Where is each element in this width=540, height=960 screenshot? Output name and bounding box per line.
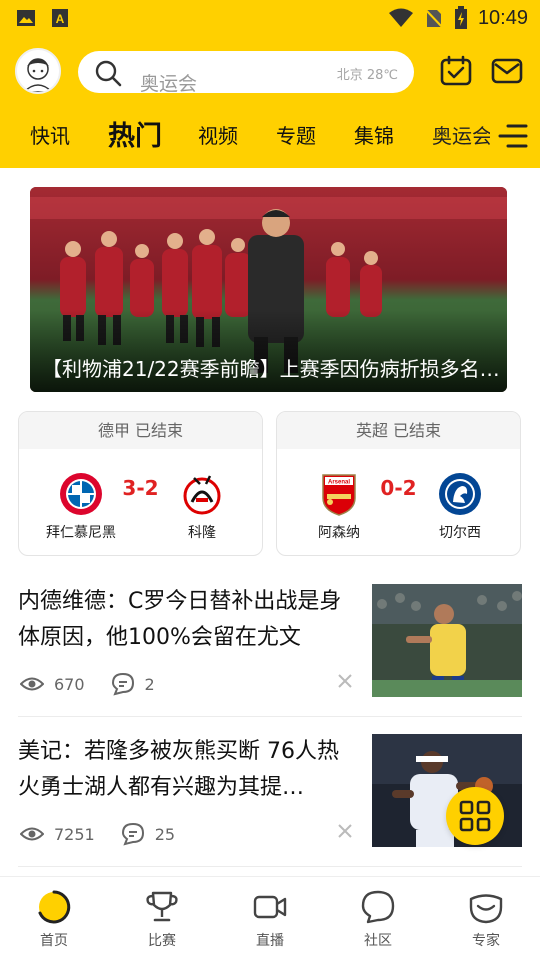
tab-highlights[interactable]: 集锦 (354, 120, 394, 149)
gallery-notification-icon (17, 10, 35, 26)
weather-label: 北京 28℃ (336, 68, 398, 83)
team-away: 科隆 (159, 472, 245, 542)
eye-icon (20, 677, 44, 691)
news-meta: 670 2 (20, 672, 181, 696)
close-icon[interactable] (336, 672, 354, 690)
trophy-icon (146, 891, 178, 922)
match-status: 英超 已结束 (277, 412, 520, 449)
team-name: 拜仁慕尼黑 (46, 525, 116, 541)
menu-icon[interactable] (496, 122, 530, 150)
banner-title: 【利物浦21/22赛季前瞻】上赛季因伤病折损多名主力 (42, 357, 502, 381)
search-bar[interactable]: 奥运会 北京 28℃ (78, 51, 414, 95)
eye-icon (20, 827, 44, 841)
grid-fab-button[interactable] (446, 787, 504, 845)
wifi-icon (388, 8, 413, 27)
nav-experts[interactable]: 专家 (446, 889, 526, 950)
nav-label: 比赛 (148, 933, 176, 949)
news-meta: 7251 25 (20, 822, 201, 846)
comment-icon (121, 822, 144, 846)
no-sim-icon (424, 8, 444, 29)
nav-live[interactable]: 直播 (230, 889, 310, 950)
nav-label: 首页 (40, 933, 68, 949)
svg-text:A: A (56, 12, 65, 26)
tab-topics[interactable]: 专题 (276, 120, 316, 149)
user-avatar[interactable] (15, 48, 61, 94)
team-name: 切尔西 (439, 525, 481, 541)
match-card[interactable]: 英超 已结束 Arsenal 阿森纳 0-2 切尔西 (276, 411, 521, 556)
expert-icon (469, 894, 503, 924)
view-count: 670 (54, 674, 85, 694)
nav-community[interactable]: 社区 (338, 889, 418, 950)
tab-remen[interactable]: 热门 (108, 114, 162, 153)
channel-tabs: 快讯 热门 视频 专题 集锦 奥运会 (0, 112, 540, 158)
divider (18, 866, 522, 867)
koln-logo-icon (183, 475, 221, 515)
close-icon[interactable] (336, 822, 354, 840)
match-status: 德甲 已结束 (19, 412, 262, 449)
match-card[interactable]: 德甲 已结束 拜仁慕尼黑 3-2 科隆 (18, 411, 263, 556)
view-count: 7251 (54, 824, 95, 844)
clock: 10:49 (477, 6, 528, 29)
avatar-icon (17, 50, 59, 92)
search-placeholder: 奥运会 (140, 73, 198, 95)
tab-video[interactable]: 视频 (198, 120, 238, 149)
news-photo (372, 584, 522, 697)
battery-icon (454, 6, 467, 29)
nav-label: 直播 (256, 933, 284, 949)
app-notification-icon: A (52, 9, 68, 27)
mail-icon[interactable] (491, 55, 523, 87)
chat-bubble-icon (361, 890, 395, 924)
featured-banner[interactable]: 【利物浦21/22赛季前瞻】上赛季因伤病折损多名主力 (30, 187, 507, 392)
news-title: 美记：若隆多被灰熊买断 76人热火勇士湖人都有兴趣为其提… (18, 739, 339, 800)
video-camera-icon (253, 895, 287, 919)
comment-count: 25 (154, 824, 176, 844)
news-item[interactable]: 内德维德：C罗今日替补出战是身体原因，他100%会留在尤文 670 2 (0, 584, 540, 734)
chelsea-logo-icon (439, 473, 481, 515)
nav-home[interactable]: 首页 (14, 889, 94, 950)
tab-olympics[interactable]: 奥运会 (432, 120, 490, 149)
nav-matches[interactable]: 比赛 (122, 889, 202, 950)
comment-count: 2 (144, 674, 155, 694)
comment-icon (111, 672, 134, 696)
news-thumbnail (372, 584, 522, 697)
news-title: 内德维德：C罗今日替补出战是身体原因，他100%会留在尤文 (18, 589, 342, 650)
nav-label: 社区 (364, 933, 392, 949)
nav-label: 专家 (472, 933, 500, 949)
team-away: 切尔西 (417, 472, 503, 542)
search-icon (95, 60, 122, 87)
app-header: A 10:49 奥运会 北京 28℃ 快讯 热门 视频 专题 集锦 奥运会 (0, 0, 540, 168)
divider (18, 716, 522, 717)
grid-icon (459, 800, 491, 832)
team-name: 阿森纳 (318, 525, 360, 541)
home-icon (38, 890, 71, 924)
team-name: 科隆 (188, 525, 216, 541)
bottom-nav: 首页 比赛 直播 社区 专家 (0, 876, 540, 960)
status-bar: A 10:49 (0, 0, 540, 36)
calendar-check-icon[interactable] (440, 55, 472, 87)
tab-kuaixun[interactable]: 快讯 (30, 120, 70, 149)
